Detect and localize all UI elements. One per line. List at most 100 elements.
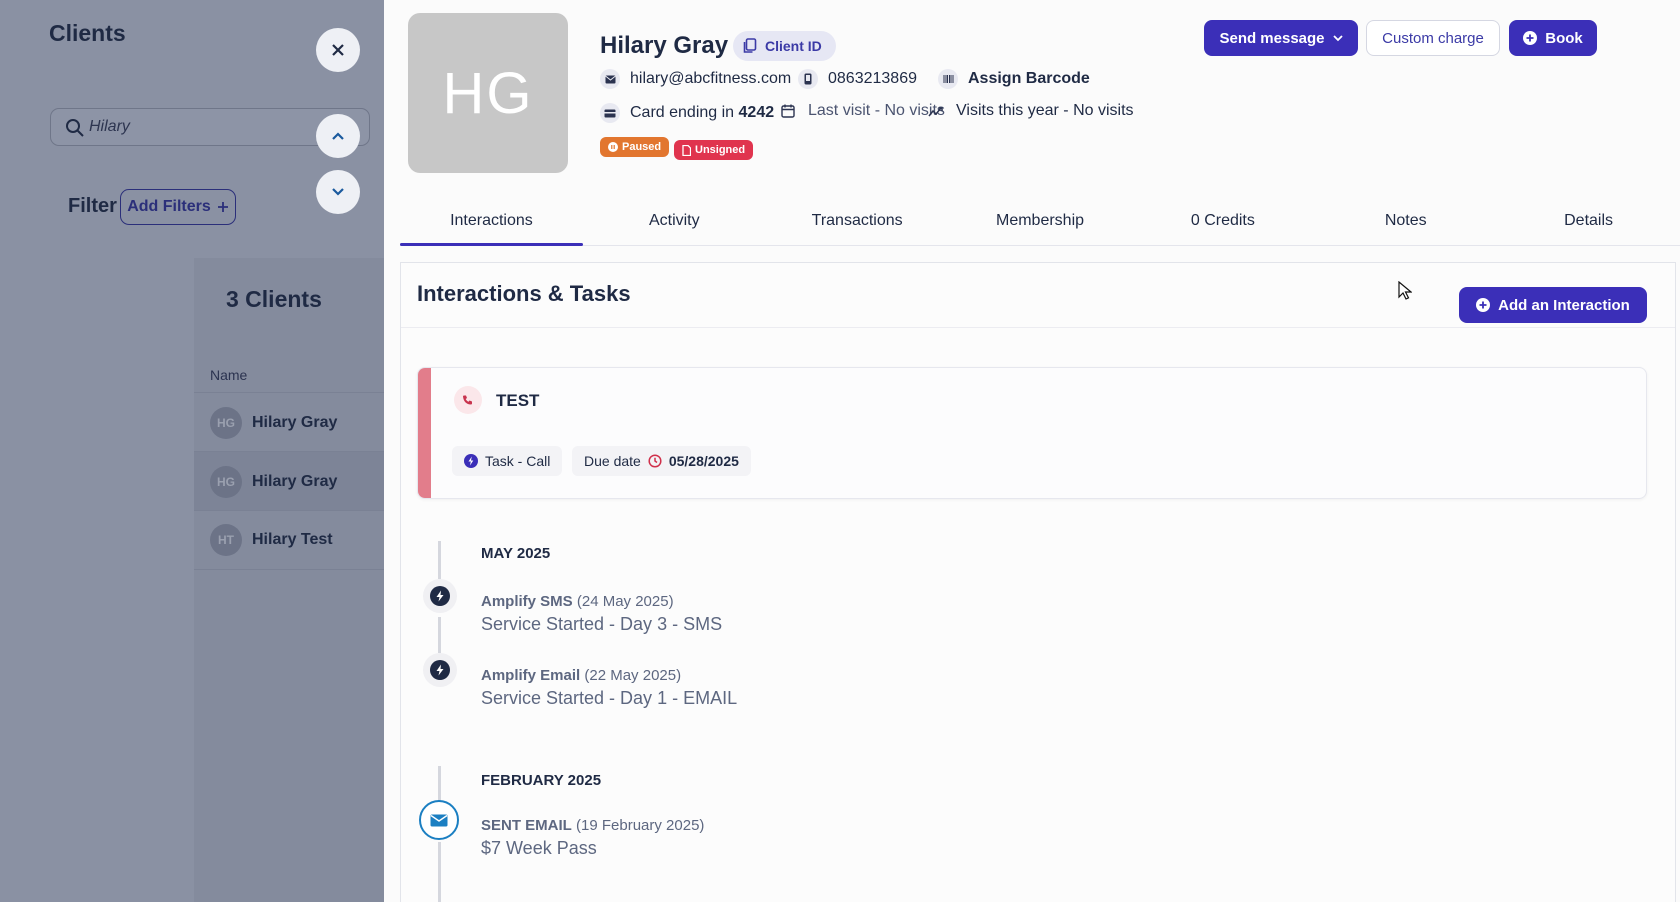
- paused-label: Paused: [622, 141, 662, 153]
- chevron-down-icon: [1332, 34, 1343, 41]
- timeline-entry-title: Amplify SMS: [481, 593, 573, 610]
- due-date-chip: Due date 05/28/2025: [572, 446, 751, 476]
- visits-year-text: Visits this year - No visits: [956, 102, 1134, 119]
- timeline-line: [438, 842, 441, 902]
- add-filters-label: Add Filters: [127, 198, 211, 215]
- lightning-icon: [436, 664, 444, 676]
- client-id-button[interactable]: Client ID: [733, 31, 836, 61]
- interactions-section: Interactions & Tasks Add an Interaction …: [400, 262, 1676, 902]
- timeline-entry-title: SENT EMAIL: [481, 817, 572, 834]
- close-button[interactable]: [316, 28, 360, 72]
- copy-icon: [743, 38, 757, 53]
- document-icon: [682, 144, 691, 156]
- search-value: Hilary: [89, 118, 130, 135]
- unsigned-label: Unsigned: [695, 144, 746, 156]
- timeline-entry-header: SENT EMAIL (19 February 2025): [481, 817, 704, 834]
- last-visit-info: Last visit - No visits: [778, 101, 945, 121]
- email-info[interactable]: hilary@abcfitness.com: [600, 69, 791, 89]
- barcode-label: Assign Barcode: [968, 70, 1090, 87]
- visits-year-info: Visits this year - No visits: [926, 101, 1134, 121]
- tab-membership[interactable]: Membership: [949, 200, 1132, 245]
- sidebar-title: Clients: [49, 20, 126, 46]
- mouse-cursor-icon: [1398, 281, 1412, 300]
- client-name: Hilary Gray: [600, 32, 729, 59]
- status-badge-unsigned: Unsigned: [674, 140, 754, 160]
- client-avatar: HG: [408, 13, 568, 173]
- task-title: TEST: [496, 391, 540, 410]
- card-info: Card ending in 4242: [600, 103, 774, 123]
- client-id-label: Client ID: [765, 38, 822, 54]
- scroll-up-button[interactable]: [316, 114, 360, 158]
- client-phone: 0863213869: [828, 70, 917, 87]
- client-detail-panel: HG Hilary Gray Client ID hilary@abcfitne…: [384, 0, 1680, 902]
- timeline-entry-header: Amplify Email (22 May 2025): [481, 667, 681, 684]
- lightning-icon: [464, 454, 478, 468]
- tab-interactions[interactable]: Interactions: [400, 200, 583, 246]
- task-type: Task - Call: [485, 453, 551, 469]
- client-row-name: Hilary Gray: [252, 472, 338, 490]
- plus-icon: [217, 202, 228, 212]
- tab-transactions[interactable]: Transactions: [766, 200, 949, 245]
- lightning-icon: [436, 590, 444, 602]
- task-priority-bar: [418, 368, 431, 498]
- plus-circle-icon: [1523, 31, 1538, 45]
- assign-barcode-button[interactable]: Assign Barcode: [938, 69, 1090, 89]
- clients-count: 3 Clients: [226, 286, 322, 312]
- tab-details[interactable]: Details: [1497, 200, 1680, 245]
- avatar: HT: [210, 524, 242, 556]
- timeline-line: [438, 617, 441, 653]
- trend-icon: [926, 101, 946, 121]
- clock-icon: [648, 454, 662, 468]
- timeline-entry-date: (19 February 2025): [576, 817, 705, 834]
- section-title: Interactions & Tasks: [417, 281, 631, 306]
- tab-credits[interactable]: 0 Credits: [1131, 200, 1314, 245]
- avatar: HG: [210, 465, 242, 498]
- add-interaction-label: Add an Interaction: [1498, 296, 1630, 314]
- tab-notes[interactable]: Notes: [1314, 200, 1497, 245]
- timeline-entry-header: Amplify SMS (24 May 2025): [481, 593, 674, 610]
- phone-call-icon: [454, 386, 482, 414]
- phone-icon: [798, 69, 818, 89]
- filter-label: Filter: [68, 195, 117, 217]
- credit-card-icon: [600, 103, 620, 123]
- tab-activity[interactable]: Activity: [583, 200, 766, 245]
- custom-charge-button[interactable]: Custom charge: [1366, 20, 1500, 56]
- add-interaction-button[interactable]: Add an Interaction: [1459, 287, 1647, 323]
- timeline-entry-date: (24 May 2025): [576, 593, 674, 610]
- due-date-value: 05/28/2025: [668, 453, 739, 469]
- section-divider: [401, 327, 1675, 328]
- chevron-up-icon: [332, 132, 344, 140]
- book-button[interactable]: Book: [1509, 20, 1597, 56]
- search-icon: [66, 119, 84, 137]
- client-row-name: Hilary Test: [252, 531, 333, 548]
- book-label: Book: [1545, 29, 1583, 47]
- calendar-icon: [778, 101, 798, 121]
- plus-circle-icon: [1476, 298, 1491, 312]
- client-row-name: Hilary Gray: [252, 413, 338, 431]
- timeline-line: [438, 541, 441, 579]
- name-column-header: Name: [210, 367, 248, 383]
- client-row[interactable]: HG Hilary Gray: [194, 451, 384, 511]
- task-type-chip: Task - Call: [452, 446, 563, 476]
- clients-sidebar: Clients Hilary Filter Add Filters 3 Clie…: [0, 0, 384, 902]
- client-row[interactable]: HT Hilary Test: [194, 510, 384, 570]
- timeline-month: FEBRUARY 2025: [481, 772, 602, 789]
- task-card[interactable]: TEST Task - Call Due date 05/28/2025: [417, 367, 1647, 499]
- send-message-button[interactable]: Send message: [1204, 20, 1358, 56]
- timeline-entry-detail: Service Started - Day 3 - SMS: [481, 614, 723, 634]
- pause-icon: [608, 142, 618, 152]
- timeline-line: [438, 766, 441, 804]
- client-email: hilary@abcfitness.com: [630, 70, 792, 87]
- client-list-panel: [194, 258, 384, 902]
- add-filters-button[interactable]: Add Filters: [120, 189, 236, 225]
- timeline-entry-title: Amplify Email: [481, 667, 581, 684]
- phone-info[interactable]: 0863213869: [798, 69, 917, 89]
- avatar: HG: [210, 406, 242, 439]
- client-row[interactable]: HG Hilary Gray: [194, 392, 384, 452]
- envelope-icon: [430, 814, 448, 826]
- scroll-down-button[interactable]: [316, 170, 360, 214]
- card-prefix: Card ending in: [630, 104, 735, 121]
- timeline-entry-detail: Service Started - Day 1 - EMAIL: [481, 688, 738, 708]
- client-tabs: Interactions Activity Transactions Membe…: [400, 200, 1680, 246]
- card-last4: 4242: [738, 104, 775, 121]
